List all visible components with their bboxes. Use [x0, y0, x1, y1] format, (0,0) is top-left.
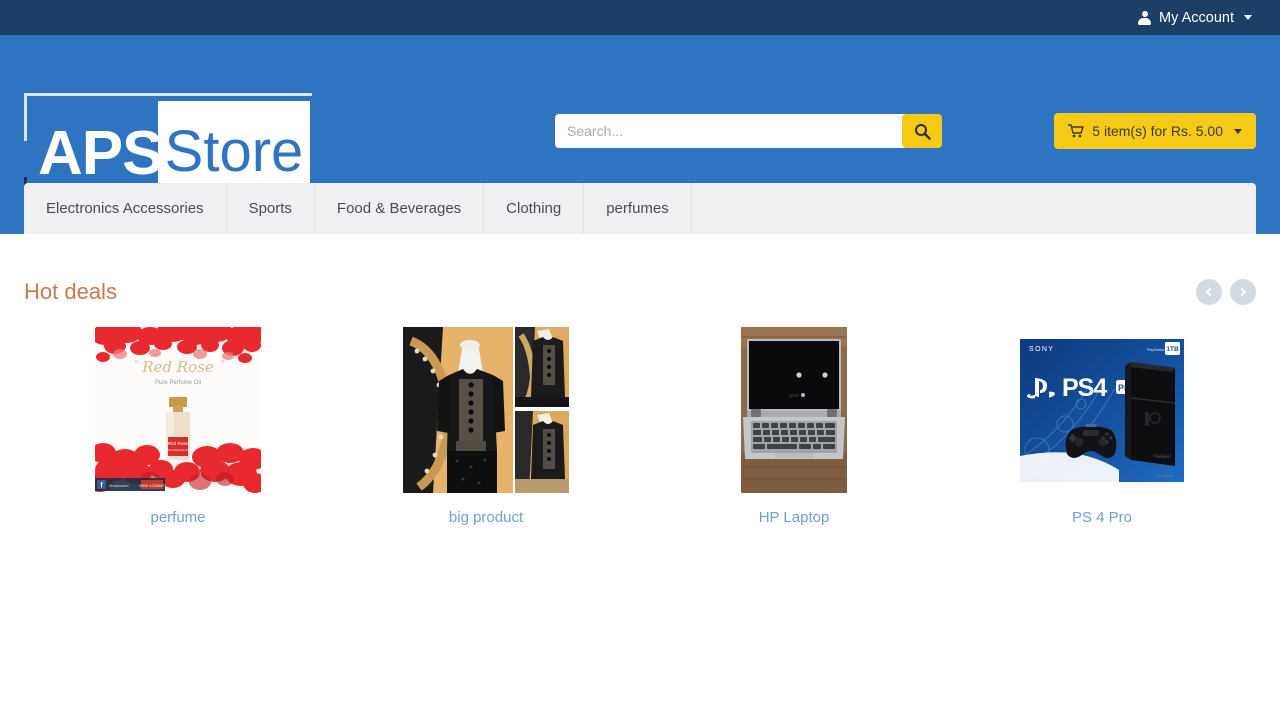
- category-navbar: Electronics Accessories Sports Food & Be…: [24, 183, 1256, 234]
- svg-text:1TB: 1TB: [1166, 346, 1179, 353]
- black-embroidered-kurta-collage-image: [403, 327, 569, 493]
- top-utility-bar: My Account: [0, 0, 1280, 35]
- product-card[interactable]: SONY PlayStation.4 1TB PS4 Pro: [948, 327, 1256, 526]
- svg-text:Pure Perfume Oil: Pure Perfume Oil: [166, 448, 189, 452]
- svg-text:0300 1234567: 0300 1234567: [139, 483, 165, 488]
- product-title-link[interactable]: big product: [332, 509, 640, 526]
- logo-frame-top: [24, 93, 312, 96]
- product-card[interactable]: Red Rose " " Pure Perfume Oil Red Rose P…: [24, 327, 332, 526]
- product-thumbnail[interactable]: acer: [640, 327, 948, 493]
- product-card[interactable]: acer: [640, 327, 948, 526]
- product-card[interactable]: big product: [332, 327, 640, 526]
- caret-down-icon: [1244, 15, 1252, 20]
- cart-button[interactable]: 5 item(s) for Rs. 5.00: [1054, 113, 1256, 149]
- my-account-menu[interactable]: My Account: [1138, 10, 1252, 26]
- svg-text:PlayStation: PlayStation: [1154, 454, 1170, 458]
- nav-item-clothing[interactable]: Clothing: [484, 183, 584, 234]
- svg-text:Red Rose: Red Rose: [141, 358, 214, 376]
- product-thumbnail[interactable]: [332, 327, 640, 493]
- svg-text:": ": [221, 359, 224, 369]
- chevron-left-icon: [1206, 288, 1214, 296]
- svg-text:": ": [135, 359, 138, 369]
- shopping-cart-icon: [1068, 124, 1084, 138]
- svg-text:acer: acer: [789, 393, 799, 399]
- ps4-pro-console-box-image: SONY PlayStation.4 1TB PS4 Pro: [1019, 338, 1185, 483]
- svg-text:SONY: SONY: [1029, 346, 1054, 353]
- nav-item-electronics-accessories[interactable]: Electronics Accessories: [24, 183, 227, 234]
- carousel-controls: [1196, 279, 1256, 305]
- nav-item-sports[interactable]: Sports: [227, 183, 315, 234]
- product-thumbnail[interactable]: Red Rose " " Pure Perfume Oil Red Rose P…: [24, 327, 332, 493]
- logo-secondary-text: Store: [165, 123, 304, 185]
- product-thumbnail[interactable]: SONY PlayStation.4 1TB PS4 Pro: [948, 327, 1256, 493]
- site-header: Store APS 5 item(s) for Rs. 5.00 Electro…: [0, 35, 1280, 234]
- logo-primary-text: APS: [38, 123, 162, 185]
- product-title-link[interactable]: PS 4 Pro: [948, 509, 1256, 526]
- search-input[interactable]: [555, 114, 906, 148]
- user-icon: [1138, 11, 1151, 25]
- nav-item-food-beverages[interactable]: Food & Beverages: [315, 183, 484, 234]
- svg-text:PlayStation: PlayStation: [1156, 474, 1173, 478]
- product-title-link[interactable]: HP Laptop: [640, 509, 948, 526]
- nav-item-perfumes[interactable]: perfumes: [584, 183, 692, 234]
- logo-frame-left-upper: [24, 93, 27, 141]
- svg-text:PS4: PS4: [1062, 374, 1107, 402]
- search-button[interactable]: [902, 114, 942, 148]
- product-carousel: Red Rose " " Pure Perfume Oil Red Rose P…: [24, 327, 1256, 526]
- cart-label: 5 item(s) for Rs. 5.00: [1092, 123, 1223, 139]
- hot-deals-header: Hot deals: [24, 234, 1256, 305]
- search-bar: [555, 114, 942, 148]
- svg-text:/thepkstore: /thepkstore: [109, 483, 130, 488]
- product-title-link[interactable]: perfume: [24, 509, 332, 526]
- carousel-prev-button[interactable]: [1196, 279, 1222, 305]
- my-account-label: My Account: [1159, 10, 1234, 26]
- red-rose-perfume-oil-image: Red Rose " " Pure Perfume Oil Red Rose P…: [95, 327, 261, 493]
- svg-text:Pure Perfume Oil: Pure Perfume Oil: [155, 380, 201, 386]
- svg-text:Red Rose: Red Rose: [168, 441, 189, 446]
- search-icon: [914, 123, 931, 140]
- main-content: Hot deals: [0, 234, 1280, 526]
- page-title: Hot deals: [24, 279, 117, 305]
- caret-down-icon: [1234, 129, 1242, 134]
- carousel-next-button[interactable]: [1230, 279, 1256, 305]
- open-silver-laptop-on-wood-image: acer: [741, 327, 847, 493]
- chevron-right-icon: [1238, 288, 1246, 296]
